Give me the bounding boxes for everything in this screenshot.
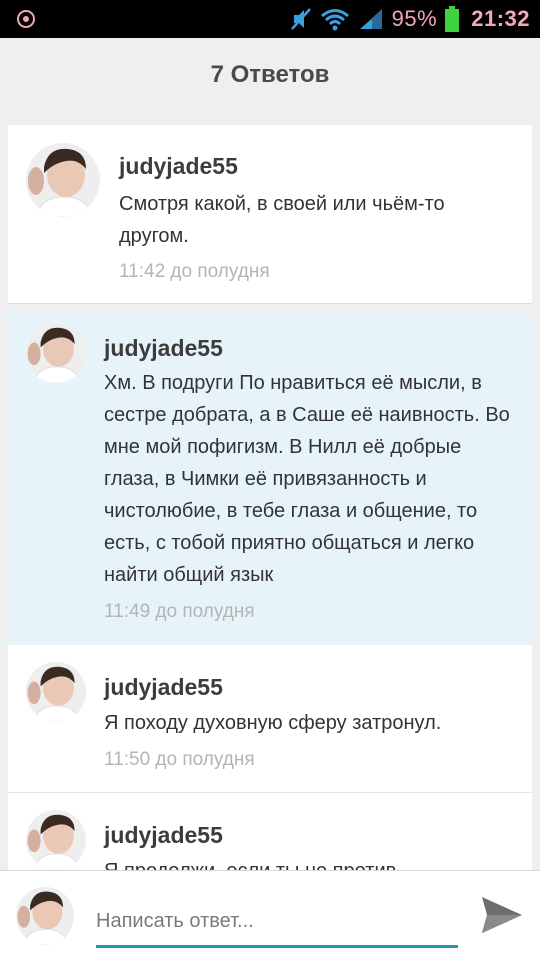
reply-timestamp: 11:50 до полудня	[104, 749, 255, 770]
reply-item[interactable]: judyjade55 Смотря какой, в своей или чьё…	[8, 125, 532, 303]
reply-username[interactable]: judyjade55	[104, 674, 223, 701]
reply-username[interactable]: judyjade55	[104, 335, 223, 362]
page-title: 7 Ответов	[210, 61, 330, 88]
reply-timestamp: 11:42 до полудня	[119, 261, 270, 282]
avatar[interactable]	[26, 810, 86, 870]
avatar[interactable]	[26, 662, 86, 722]
notification-icon	[17, 10, 35, 28]
reply-timestamp: 11:49 до полудня	[104, 601, 255, 622]
reply-username[interactable]: judyjade55	[119, 153, 238, 180]
reply-text: Смотря какой, в своей или чьём-то другом…	[119, 193, 445, 247]
reply-item[interactable]: judyjade55 Я продолжи, если ты не против	[8, 793, 532, 870]
wifi-icon	[320, 9, 349, 31]
status-bar: 95% 21:32	[0, 0, 540, 38]
reply-input[interactable]	[96, 897, 458, 948]
current-user-avatar[interactable]	[16, 887, 74, 945]
mute-icon	[290, 8, 311, 30]
reply-username[interactable]: judyjade55	[104, 822, 223, 849]
reply-text: Я походу духовную сферу затронул.	[104, 712, 442, 734]
avatar[interactable]	[26, 323, 86, 383]
reply-composer	[0, 870, 540, 961]
battery-percent: 95%	[391, 6, 438, 31]
reply-item[interactable]: judyjade55 Хм. В подруги По нравиться её…	[8, 311, 532, 645]
avatar[interactable]	[26, 143, 100, 217]
reply-item[interactable]: judyjade55 Я походу духовную сферу затро…	[8, 645, 532, 793]
reply-text: Хм. В подруги По нравиться её мысли, в с…	[104, 372, 510, 586]
header: 7 Ответов	[0, 38, 540, 112]
status-clock: 21:32	[471, 6, 530, 31]
signal-icon	[359, 9, 382, 29]
send-icon[interactable]	[480, 895, 524, 935]
battery-icon	[445, 6, 460, 32]
status-icons: 95% 21:32	[290, 0, 530, 38]
replies-list[interactable]: judyjade55 Смотря какой, в своей или чьё…	[0, 112, 540, 870]
reply-text: Я продолжи, если ты не против	[104, 855, 522, 870]
